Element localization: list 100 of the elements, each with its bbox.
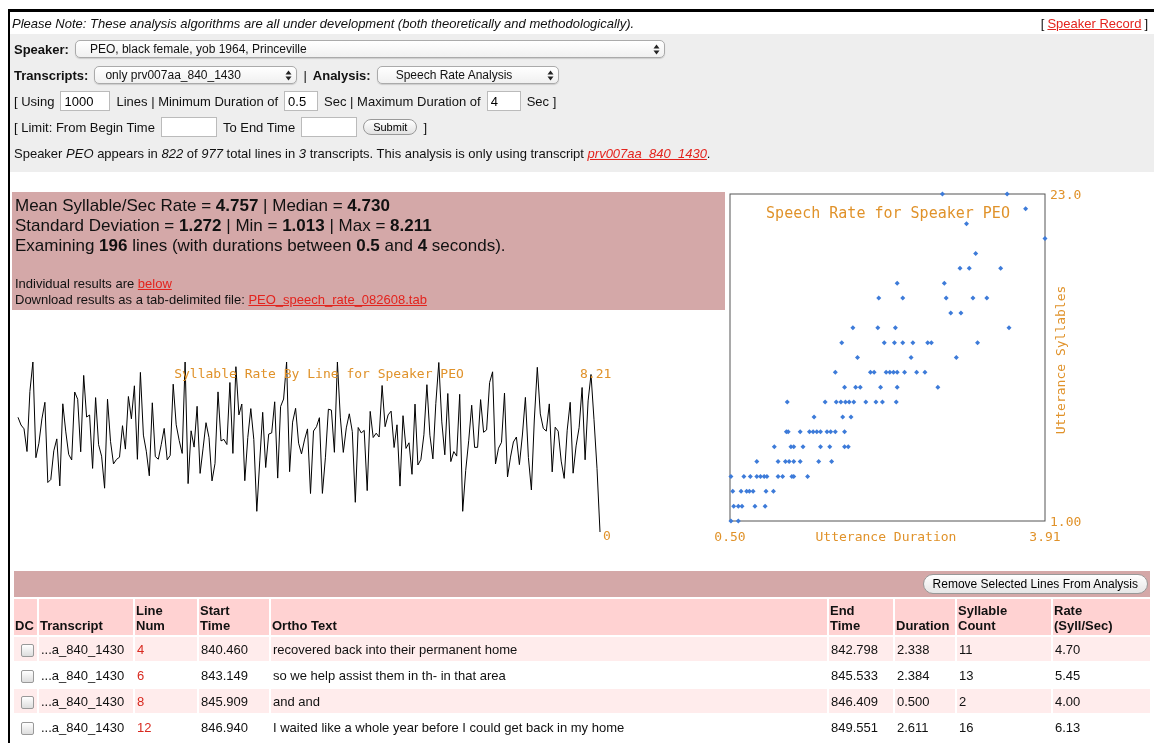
checkbox[interactable]	[21, 669, 34, 683]
table-cell: 5.45	[1055, 667, 1081, 683]
data-point	[892, 325, 898, 331]
submit-button[interactable]: Submit	[363, 119, 418, 135]
data-point	[771, 444, 777, 450]
data-point	[953, 355, 959, 360]
data-point	[935, 384, 941, 390]
transcripts-select[interactable]: only prv007aa_840_1430	[94, 66, 298, 84]
analysis-select[interactable]: Speech Rate Analysis	[376, 66, 559, 84]
data-point	[818, 444, 824, 450]
axis-title: Utterance Duration	[815, 529, 957, 544]
data-point	[827, 444, 833, 450]
input-field[interactable]	[301, 117, 358, 137]
data-point	[878, 384, 884, 390]
table-cell: 11	[959, 641, 973, 657]
notice-text: Please Note: These analysis algorithms are all under development (both theoretically and methodologically).	[12, 16, 635, 31]
axis-title: Utterance Syllables	[1053, 285, 1068, 435]
data-point	[850, 325, 856, 331]
data-point	[832, 369, 838, 375]
data-point	[910, 340, 916, 346]
download-text: Download results as a tab-delimited file: PEO_speech_rate_082608.tab	[15, 292, 428, 308]
table-cell: 4.00	[1055, 693, 1081, 709]
checkbox[interactable]	[21, 695, 34, 709]
table-cell: 4.70	[1055, 641, 1081, 657]
data-point	[876, 295, 882, 301]
input-field[interactable]: 4	[486, 91, 521, 111]
table-cell[interactable]: 8	[137, 693, 145, 709]
input-field[interactable]: 1000	[60, 91, 111, 111]
checkbox[interactable]	[21, 721, 34, 735]
data-point	[908, 355, 914, 360]
tick-label: 1.00	[1050, 514, 1082, 529]
speaker-select[interactable]: PEO, black female, yob 1964, Princeville	[74, 40, 665, 58]
data-point	[842, 429, 848, 435]
table-cell[interactable]: 6	[137, 667, 145, 683]
updown-arrows-icon	[546, 69, 554, 81]
column-header: Start Time	[199, 599, 269, 635]
data-point	[914, 369, 920, 375]
column-header: End Time	[829, 599, 893, 635]
data-point	[875, 325, 881, 331]
data-point	[784, 399, 790, 405]
axis-label: 0	[603, 528, 611, 543]
checkbox[interactable]	[21, 643, 34, 657]
data-point	[840, 414, 846, 420]
data-point	[964, 221, 969, 227]
data-point	[805, 473, 811, 479]
form-label: [ Limit: From Begin Time	[14, 119, 155, 135]
table-cell: 843.149	[201, 667, 248, 683]
form-label: Lines | Minimum Duration of	[116, 93, 279, 109]
data-point	[811, 414, 817, 420]
form-label: Sec ]	[526, 93, 557, 109]
data-point	[800, 444, 806, 450]
data-point	[891, 340, 897, 346]
table-cell: 2.611	[897, 719, 929, 735]
table-cell: 16	[959, 719, 974, 735]
summary-text: Speaker PEO appears in 822 of 977 total lines in 3 transcripts. This analysis is only using transcript prv007aa_840_1430.	[14, 145, 711, 161]
remove-lines-button[interactable]: Remove Selected Lines From Analysis	[922, 574, 1148, 594]
axis-label: 8.21	[580, 366, 612, 381]
form-label: To End Time	[222, 119, 296, 135]
analysis-label: Analysis:	[312, 67, 371, 83]
table-cell: 846.940	[201, 719, 248, 735]
tick-label: 0.50	[714, 529, 746, 544]
separator-text: |	[303, 67, 307, 83]
data-point	[894, 280, 900, 286]
updown-arrows-icon	[285, 69, 293, 81]
data-point	[893, 399, 899, 405]
data-point	[797, 429, 803, 435]
data-point	[943, 295, 949, 301]
data-point	[922, 369, 928, 375]
data-point	[1042, 236, 1048, 242]
data-point	[881, 340, 887, 346]
transcript-link[interactable]: prv007aa_840_1430	[587, 145, 707, 161]
data-point	[848, 414, 854, 420]
tick-label: 23.0	[1050, 190, 1082, 202]
data-point	[900, 340, 906, 346]
table-cell: ...a_840_1430	[41, 693, 125, 709]
form-label: ]	[423, 119, 427, 135]
data-point	[1006, 325, 1012, 331]
table-cell: 849.551	[831, 719, 878, 735]
column-header: DC	[14, 599, 37, 635]
input-field[interactable]: 0.5	[284, 91, 319, 111]
data-point	[998, 265, 1004, 271]
speaker-record-link[interactable]: Speaker Record	[1047, 16, 1142, 31]
table-cell[interactable]: 4	[137, 641, 145, 657]
table-cell: ...a_840_1430	[41, 641, 125, 657]
data-point	[822, 399, 828, 405]
input-field[interactable]	[160, 117, 217, 137]
table-cell: I waited like a whole year before I could get back in my home	[273, 719, 625, 735]
form-label: [ Using	[14, 93, 55, 109]
data-point	[973, 250, 979, 256]
data-point	[855, 355, 860, 360]
stat-text: Mean Syllable/Sec Rate = 4.757 | Median = 4.730	[15, 196, 391, 216]
data-point	[1023, 206, 1029, 212]
data-point	[900, 295, 906, 301]
column-header: Duration	[895, 599, 955, 635]
data-point	[829, 459, 835, 465]
table-cell[interactable]: 12	[137, 719, 152, 735]
data-point	[957, 265, 963, 271]
data-point	[939, 191, 945, 197]
column-header: Line Num	[135, 599, 197, 635]
bracket-text: ]	[1144, 16, 1148, 31]
